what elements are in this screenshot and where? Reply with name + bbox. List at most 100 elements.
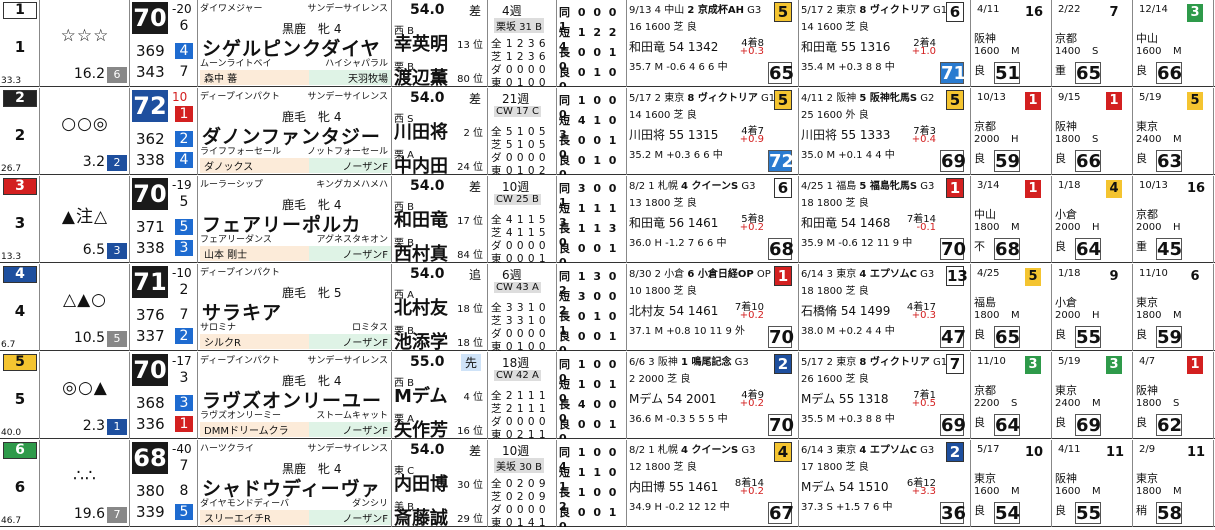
previous-race[interactable]: 6/6 3 阪神 1 鳴尾記念 G3 2 2 2000 芝 良 Mデム 54 2001… (627, 352, 799, 439)
race-result: Mデム 54 2001 (629, 392, 717, 406)
previous-race[interactable]: 8/2 1 札幌 4 クイーンS G3 4 12 1800 芝 良内田博 55 14… (627, 440, 799, 527)
older-race[interactable]: 9/15 1 阪神 1800 S 良 66 (1052, 88, 1133, 175)
older-race[interactable]: 3/14 1 中山 1800 M 不 68 (971, 176, 1052, 263)
older-race[interactable]: 4/25 5 福島 1800 M 良 65 (971, 264, 1052, 351)
rating-2-rank: 1 (175, 416, 193, 432)
older-race[interactable]: 11/10 3 京都 2200 S 良 64 (971, 352, 1052, 439)
race-figure: 64 (994, 414, 1021, 436)
previous-race[interactable]: 4/25 1 福島 5 福島牝馬S G3 1 18 1800 芝 良和田竜 54 1… (799, 176, 971, 263)
jockey-name[interactable]: 内田博 (394, 470, 448, 496)
owner: シルクR (200, 334, 310, 349)
trainer-name[interactable]: 斎藤誠 (394, 504, 448, 527)
trainer-name[interactable]: 池添学 (394, 328, 448, 351)
race-pace: 35.0 M +0.1 4 4 中 (801, 150, 895, 161)
running-style: 追 (468, 268, 481, 282)
breeder: ノーザンF (309, 158, 391, 173)
race-margin: +1.0 (911, 46, 936, 57)
older-race[interactable]: 1/18 4 小倉 2000 H 良 64 (1052, 176, 1133, 263)
race-pace: S (1173, 398, 1180, 409)
older-race[interactable]: 12/14 3 中山 1600 M 良 66 (1133, 0, 1214, 87)
race-venue: 小倉 (1055, 296, 1077, 309)
dam-sire: ダンシリ (351, 499, 388, 509)
jockey-name[interactable]: 幸英明 (394, 30, 448, 56)
jockey-name[interactable]: 川田将 (394, 118, 448, 144)
previous-race[interactable]: 5/17 2 東京 8 ヴィクトリア G1 6 14 1600 芝 良和田竜 55 … (799, 0, 971, 87)
race-result: 北村友 54 1461 (629, 304, 719, 318)
race-venue: 中山 (1136, 32, 1158, 45)
finish-position: 4 (1106, 180, 1122, 198)
race-name: 1 鳴尾記念 (681, 357, 732, 368)
horse-row[interactable]: 4 4 6.7 △▲○ 10.5 5 71 -10 2 376 7 337 2 ディープインパクト 鹿毛 牝… (0, 264, 1215, 351)
race-name: 2 京成杯AH (687, 5, 744, 16)
trainer-name[interactable]: 渡辺薫 (394, 64, 448, 87)
distance-record-line: 良 0 0 1 0 (559, 242, 619, 263)
jockey-name[interactable]: Mデム (394, 382, 448, 408)
index-rank: 1 (175, 106, 193, 122)
waku-number: 2 (3, 90, 37, 107)
previous-race[interactable]: 9/13 4 中山 2 京成杯AH G3 5 16 1600 芝 良和田竜 54 1… (627, 0, 799, 87)
race-conditions: 17 1800 芝 良 (801, 462, 869, 473)
race-date: 4/25 (977, 268, 1000, 279)
owner: DMMドリームクラ (200, 422, 310, 437)
race-venue: 東京 (974, 472, 996, 485)
race-date-venue: 6/14 3 東京 4 エプソムC G3 (801, 441, 934, 456)
popularity: 1 (107, 419, 127, 435)
previous-race[interactable]: 8/30 2 小倉 6 小倉日経OP OP 1 10 1800 芝 良北村友 54 … (627, 264, 799, 351)
older-race[interactable]: 5/19 5 東京 2400 M 良 63 (1133, 88, 1214, 175)
trainer-name[interactable]: 矢作芳 (394, 416, 448, 439)
finish-position: 5 (774, 90, 792, 110)
race-distance: 1800 (1136, 398, 1162, 409)
finish-position: 11 (1106, 445, 1125, 460)
older-race[interactable]: 2/22 7 京都 1400 S 重 65 (1052, 0, 1133, 87)
horse-row[interactable]: 3 3 13.3 ▲注△ 6.5 3 70 -19 5 371 5 338 3 ルーラーシップ キングカメハ… (0, 176, 1215, 263)
jockey-name[interactable]: 和田竜 (394, 206, 448, 232)
track-condition: 良 (1055, 240, 1066, 253)
older-race[interactable]: 1/18 9 小倉 2000 H 良 55 (1052, 264, 1133, 351)
rotation-column: 4週 栗坂 31 B全 1 2 3 6芝 1 2 3 6ダ 0 0 0 0東 0 … (488, 0, 557, 87)
distance-record-line: 良 0 0 1 0 (559, 330, 619, 351)
jockey-column: 54.0 差西 B 和田竜 17 位栗 B 西村真 84 位 (392, 176, 488, 263)
previous-race[interactable]: 6/14 3 東京 4 エプソムC G3 13 18 1800 芝 良石橋脩 54 … (799, 264, 971, 351)
older-race[interactable]: 4/7 1 阪神 1800 S 良 62 (1133, 352, 1214, 439)
race-date: 11/10 (1139, 268, 1168, 279)
horse-row[interactable]: 6 6 46.7 ∴∴ 19.6 7 68 -40 7 380 8 339 5 ハーツクライ サンデーサイレ… (0, 440, 1215, 527)
track-condition: 重 (1055, 64, 1066, 77)
trainer-rank: 84 位 (457, 250, 483, 261)
dam-sire: ロミタス (351, 323, 388, 333)
race-date: 3/14 (977, 180, 1000, 191)
older-race[interactable]: 5/19 3 東京 2400 M 良 69 (1052, 352, 1133, 439)
previous-race[interactable]: 5/17 2 東京 8 ヴィクトリア G1 7 26 1600 芝 良 Mデム 55 … (799, 352, 971, 439)
jockey-name[interactable]: 北村友 (394, 294, 448, 320)
breeder: 天羽牧場 (309, 70, 391, 85)
speed-index: 70 (132, 178, 168, 210)
finish-position: 1 (1187, 356, 1203, 374)
horse-row[interactable]: 5 5 40.0 ◎○▲ 2.3 1 70 -17 3 368 3 336 1 ディープインパクト サンデー… (0, 352, 1215, 439)
older-race[interactable]: 10/13 16 京都 2000 H 重 45 (1133, 176, 1214, 263)
previous-race[interactable]: 8/2 1 札幌 4 クイーンS G3 6 13 1800 芝 良和田竜 56 14… (627, 176, 799, 263)
horse-row[interactable]: 1 1 33.3 ☆☆☆ 16.2 6 70 -20 6 369 4 343 7 ダイワメジャー サンデーサ… (0, 0, 1215, 87)
trainer-name[interactable]: 中内田 (394, 152, 448, 175)
older-race[interactable]: 11/10 6 東京 1800 M 良 59 (1133, 264, 1214, 351)
race-distance: 1800 (974, 222, 1000, 233)
race-pace: S (1092, 46, 1099, 57)
post-stat: 40.0 (1, 428, 22, 438)
previous-race[interactable]: 4/11 2 阪神 5 阪神牝馬S G2 5 25 1600 外 良川田将 55 1… (799, 88, 971, 175)
previous-race[interactable]: 6/14 3 東京 4 エプソムC G3 2 17 1800 芝 良 Mデム 54 1… (799, 440, 971, 527)
score-column: 70 -19 5 371 5 338 3 (130, 176, 198, 263)
older-race[interactable]: 5/17 10 東京 1600 M 良 54 (971, 440, 1052, 527)
horse-row[interactable]: 2 2 26.7 ○○◎ 3.2 2 72 10 1 362 2 338 4 ディープインパクト サンデーサ… (0, 88, 1215, 175)
carried-weight: 54.0 (410, 266, 445, 282)
race-conditions: 12 1800 芝 良 (629, 462, 697, 473)
sire-sire: サンデーサイレンス (307, 444, 388, 454)
waku-number: 1 (3, 2, 37, 19)
race-date-venue: 5/17 2 東京 8 ヴィクトリア G1 (629, 89, 775, 104)
trainer-name[interactable]: 西村真 (394, 240, 448, 263)
previous-race[interactable]: 5/17 2 東京 8 ヴィクトリア G1 5 14 1600 芝 良川田将 55 … (627, 88, 799, 175)
prediction-marks: ○○◎ (61, 114, 109, 134)
distance-record-line: 良 0 0 1 0 (559, 418, 619, 439)
track-condition: 良 (1136, 328, 1147, 341)
older-race[interactable]: 10/13 1 京都 2000 H 良 59 (971, 88, 1052, 175)
older-race[interactable]: 4/11 16 阪神 1600 M 良 51 (971, 0, 1052, 87)
older-race[interactable]: 2/9 11 東京 1800 M 稍 58 (1133, 440, 1214, 527)
older-race[interactable]: 4/11 11 阪神 1600 M 良 55 (1052, 440, 1133, 527)
